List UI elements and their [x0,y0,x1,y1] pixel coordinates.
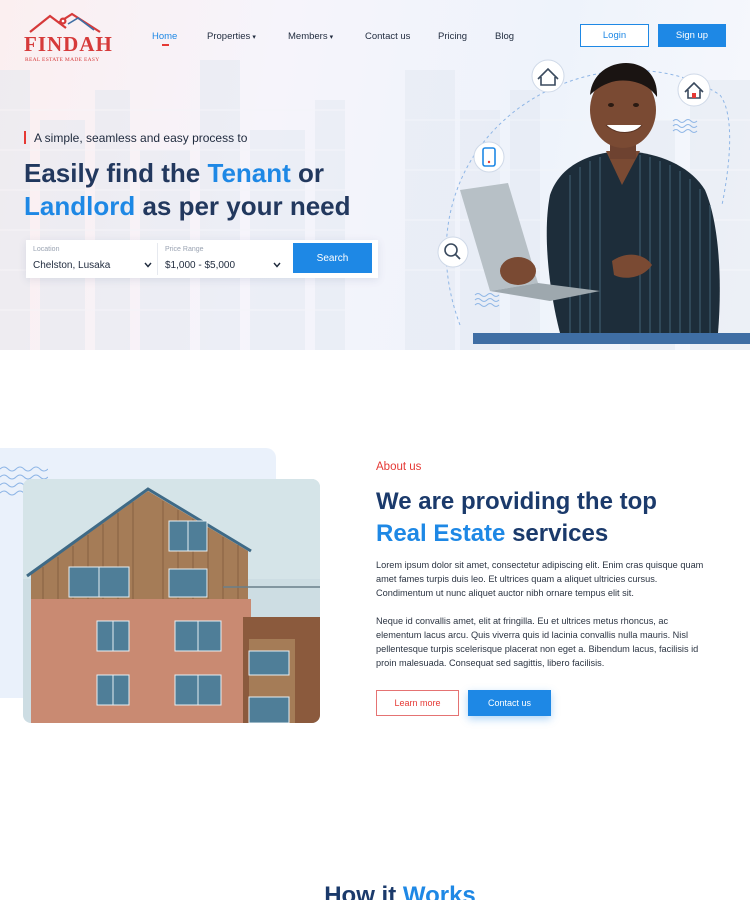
about-paragraph: Neque id convallis amet, elit at fringil… [376,616,699,668]
hero-title-highlight: Landlord [24,191,136,221]
nav-item-pricing[interactable]: Pricing [438,31,467,42]
price-range-select[interactable]: Price Range $1,000 - $5,000 [158,240,290,278]
search-button[interactable]: Search [293,243,372,273]
hero-title-text: Easily find the [24,158,208,188]
how-title-text: How it [324,882,403,900]
hero-title-highlight: Tenant [207,158,291,188]
about-title: We are providing the top Real Estate ser… [376,486,657,550]
about-kicker: About us [376,461,422,473]
contact-us-button[interactable]: Contact us [468,690,551,716]
price-range-label: Price Range [165,246,204,253]
property-search-bar: Location Chelston, Lusaka Price Range $1… [26,240,378,278]
hero-base-bar [473,333,750,344]
hero-title: Easily find the Tenant or Landlord as pe… [24,157,351,223]
caret-down-icon: ▾ [252,34,256,41]
about-title-text: We are providing the top [376,488,657,515]
search-house-icon [437,236,469,268]
tagline-accent-bar [24,131,26,144]
building-photo [23,479,320,723]
nav-item-properties[interactable]: Properties ▾ [207,31,256,42]
hero-illustration [437,59,731,333]
location-select[interactable]: Location Chelston, Lusaka [26,240,157,278]
hero-title-text: as per your need [135,191,351,221]
about-paragraph: Lorem ipsum dolor sit amet, consectetur … [376,560,704,598]
learn-more-button[interactable]: Learn more [376,690,459,716]
about-title-text: services [505,520,609,547]
nav-item-label: Properties [207,31,251,42]
caret-down-icon: ▾ [329,34,334,41]
home-icon [677,73,711,107]
hero-title-text: or [290,158,325,188]
nav-item-label: Members [288,31,328,42]
chevron-down-icon [273,262,281,268]
about-title-highlight: Real Estate [376,520,506,547]
signup-button[interactable]: Sign up [658,24,726,47]
hero-section: FINDAH REAL ESTATE MADE EASY Home Proper… [0,0,750,350]
how-title-highlight: Works [402,882,476,900]
nav-item-home[interactable]: Home [152,31,177,42]
active-nav-indicator [162,44,169,46]
nav-item-members[interactable]: Members ▾ [288,31,333,42]
nav-item-blog[interactable]: Blog [495,31,514,42]
phone-icon [473,141,505,173]
brand-tagline: REAL ESTATE MADE EASY [25,57,100,63]
location-value: Chelston, Lusaka [33,260,111,271]
house-price-icon [531,59,565,93]
login-button[interactable]: Login [580,24,649,47]
nav-item-contact[interactable]: Contact us [365,31,410,42]
chevron-down-icon [144,262,152,268]
location-label: Location [33,246,60,253]
price-range-value: $1,000 - $5,000 [165,260,236,271]
hero-tagline: A simple, seamless and easy process to [34,131,248,145]
how-it-works-title: How it Works [0,882,750,900]
